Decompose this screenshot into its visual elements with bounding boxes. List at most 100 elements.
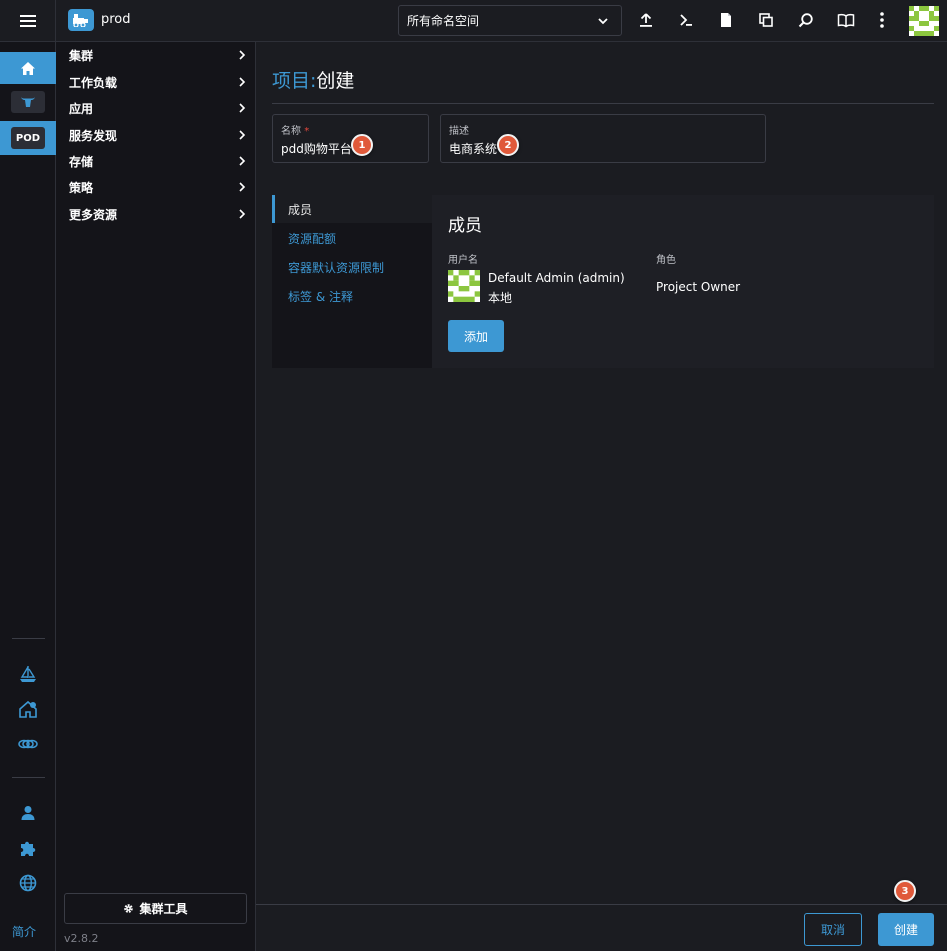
nav-item-apps[interactable]: 应用 <box>56 95 256 121</box>
rail-divider <box>12 777 45 778</box>
member-role: Project Owner <box>656 280 741 294</box>
tab-labels-annotations[interactable]: 标签 & 注释 <box>272 282 432 310</box>
breadcrumb-link[interactable]: 项目: <box>272 70 316 92</box>
chevron-right-icon <box>239 156 246 166</box>
title-divider <box>272 103 934 104</box>
import-yaml-button[interactable] <box>636 10 656 30</box>
nav-item-label: 服务发现 <box>69 128 118 143</box>
nav-item-policy[interactable]: 策略 <box>56 174 256 200</box>
cluster-chain-icon <box>18 739 38 749</box>
extensions-button[interactable] <box>18 838 38 858</box>
puzzle-icon <box>21 841 36 856</box>
chevron-right-icon <box>239 103 246 113</box>
user-avatar[interactable] <box>909 6 939 36</box>
menu-icon <box>19 15 36 27</box>
users-auth-button[interactable] <box>18 803 38 823</box>
column-header-username: 用户名 <box>448 255 478 266</box>
docs-button[interactable] <box>836 10 856 30</box>
section-title: 成员 <box>448 216 482 236</box>
namespace-select[interactable]: 所有命名空间 <box>398 5 622 36</box>
home-icon <box>21 61 35 75</box>
namespace-select-value: 所有命名空间 <box>407 14 480 28</box>
step-marker-3: 3 <box>894 880 916 902</box>
version-label: v2.8.2 <box>64 932 99 945</box>
nav-item-storage[interactable]: 存储 <box>56 148 256 174</box>
gear-icon <box>124 904 134 913</box>
add-member-button[interactable]: 添加 <box>448 320 504 352</box>
create-button[interactable]: 创建 <box>878 913 934 946</box>
member-provider: 本地 <box>488 291 513 305</box>
app-rail: POD 简介 <box>0 42 56 951</box>
top-header: prod 所有命名空间 <box>0 0 947 42</box>
cancel-button[interactable]: 取消 <box>804 913 862 946</box>
file-icon <box>721 13 731 27</box>
tab-members[interactable]: 成员 <box>272 195 432 223</box>
cluster-tools-button[interactable]: 集群工具 <box>64 893 247 924</box>
longhorn-icon <box>21 97 35 107</box>
nav-item-label: 策略 <box>69 180 94 195</box>
side-tabs: 成员 资源配额 容器默认资源限制 标签 & 注释 <box>272 195 432 368</box>
nav-item-label: 集群 <box>69 48 94 63</box>
copy-icon <box>759 13 773 27</box>
side-nav: 集群 工作负载 应用 服务发现 存储 策略 更多资源 集群工具 v2.8.2 <box>56 42 256 951</box>
cluster-name: prod <box>101 12 131 27</box>
prod-cluster-button[interactable]: POD <box>0 121 56 155</box>
nav-item-more-resources[interactable]: 更多资源 <box>56 201 256 227</box>
description-input[interactable]: 电商系统 <box>449 140 757 157</box>
nav-item-workloads[interactable]: 工作负载 <box>56 69 256 95</box>
local-cluster-button[interactable] <box>11 91 45 113</box>
column-header-role: 角色 <box>656 255 676 266</box>
nav-item-label: 应用 <box>69 101 94 116</box>
cluster-icon[interactable] <box>68 9 94 31</box>
name-field[interactable]: 名称 * pdd购物平台 <box>272 114 429 163</box>
chevron-right-icon <box>239 50 246 60</box>
member-name: Default Admin (admin) <box>488 271 625 285</box>
global-settings-button[interactable] <box>18 873 38 893</box>
resource-search-button[interactable] <box>796 10 816 30</box>
book-icon <box>837 13 855 28</box>
rail-divider <box>12 638 45 639</box>
chevron-right-icon <box>239 182 246 192</box>
chevron-right-icon <box>239 130 246 140</box>
step-marker-2: 2 <box>497 134 519 156</box>
extensions-cluster-button[interactable] <box>18 734 38 754</box>
nav-item-cluster[interactable]: 集群 <box>56 42 256 68</box>
terminal-icon <box>680 14 692 26</box>
menu-button[interactable] <box>0 0 56 42</box>
name-field-label: 名称 * <box>281 126 310 137</box>
fleet-icon <box>19 700 37 718</box>
nav-item-label: 存储 <box>69 154 94 169</box>
apps-marketplace-button[interactable] <box>18 664 38 684</box>
more-icon <box>880 12 884 28</box>
fleet-button[interactable] <box>18 699 38 719</box>
sailboat-icon <box>20 666 36 682</box>
form-footer: 取消 创建 <box>256 904 947 951</box>
nav-item-service-discovery[interactable]: 服务发现 <box>56 122 256 148</box>
tab-container-default-limits[interactable]: 容器默认资源限制 <box>272 253 432 281</box>
more-actions-button[interactable] <box>872 10 892 30</box>
search-icon <box>798 13 813 28</box>
kubectl-shell-button[interactable] <box>676 10 696 30</box>
description-field-label: 描述 <box>449 126 469 137</box>
chevron-down-icon <box>598 18 608 25</box>
upload-icon <box>640 13 652 27</box>
copy-kubeconfig-button[interactable] <box>756 10 776 30</box>
user-icon <box>21 806 35 820</box>
chevron-right-icon <box>239 209 246 219</box>
member-avatar <box>448 270 480 302</box>
cluster-tools-label: 集群工具 <box>139 902 188 916</box>
home-button[interactable] <box>0 52 56 84</box>
description-field[interactable]: 描述 电商系统 <box>440 114 766 163</box>
page-title-action: 创建 <box>316 70 355 92</box>
tab-resource-quotas[interactable]: 资源配额 <box>272 224 432 252</box>
nav-item-label: 工作负载 <box>69 75 118 90</box>
page-title: 项目:创建 <box>272 66 354 93</box>
members-panel: 成员 用户名 角色 Default Admin (admin) 本地 Proje… <box>432 195 934 368</box>
nav-item-label: 更多资源 <box>69 207 118 222</box>
globe-icon <box>19 874 37 892</box>
step-marker-1: 1 <box>351 134 373 156</box>
required-indicator: * <box>304 126 310 137</box>
about-link[interactable]: 简介 <box>12 923 36 940</box>
download-kubeconfig-button[interactable] <box>716 10 736 30</box>
cluster-abbrev-badge: POD <box>11 127 45 149</box>
